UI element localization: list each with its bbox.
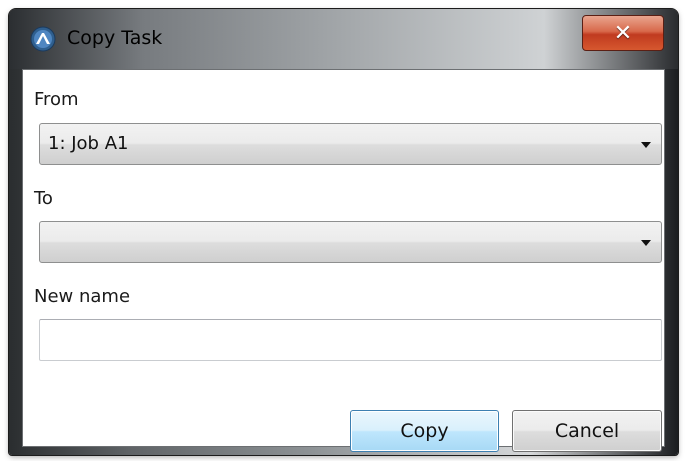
- to-label: To: [34, 188, 53, 209]
- new-name-field[interactable]: [39, 319, 662, 361]
- close-button[interactable]: ✕: [582, 15, 664, 51]
- close-icon: ✕: [613, 20, 633, 46]
- new-name-label: New name: [34, 286, 131, 307]
- from-combobox[interactable]: 1: Job A1: [39, 123, 662, 165]
- copy-button[interactable]: Copy: [350, 410, 499, 452]
- to-combobox[interactable]: [39, 221, 662, 263]
- cancel-button[interactable]: Cancel: [512, 410, 662, 452]
- chevron-down-icon: [641, 240, 651, 246]
- from-label: From: [34, 89, 79, 110]
- dialog-body: From 1: Job A1 To New name Copy Cancel: [22, 69, 665, 452]
- copy-task-dialog: Copy Task ✕ From 1: Job A1 To New name C…: [9, 9, 678, 455]
- app-logo-icon: [30, 26, 56, 52]
- from-selected-value: 1: Job A1: [48, 133, 129, 154]
- title-bar[interactable]: Copy Task ✕: [9, 9, 678, 69]
- chevron-down-icon: [641, 142, 651, 148]
- window-title: Copy Task: [67, 27, 163, 49]
